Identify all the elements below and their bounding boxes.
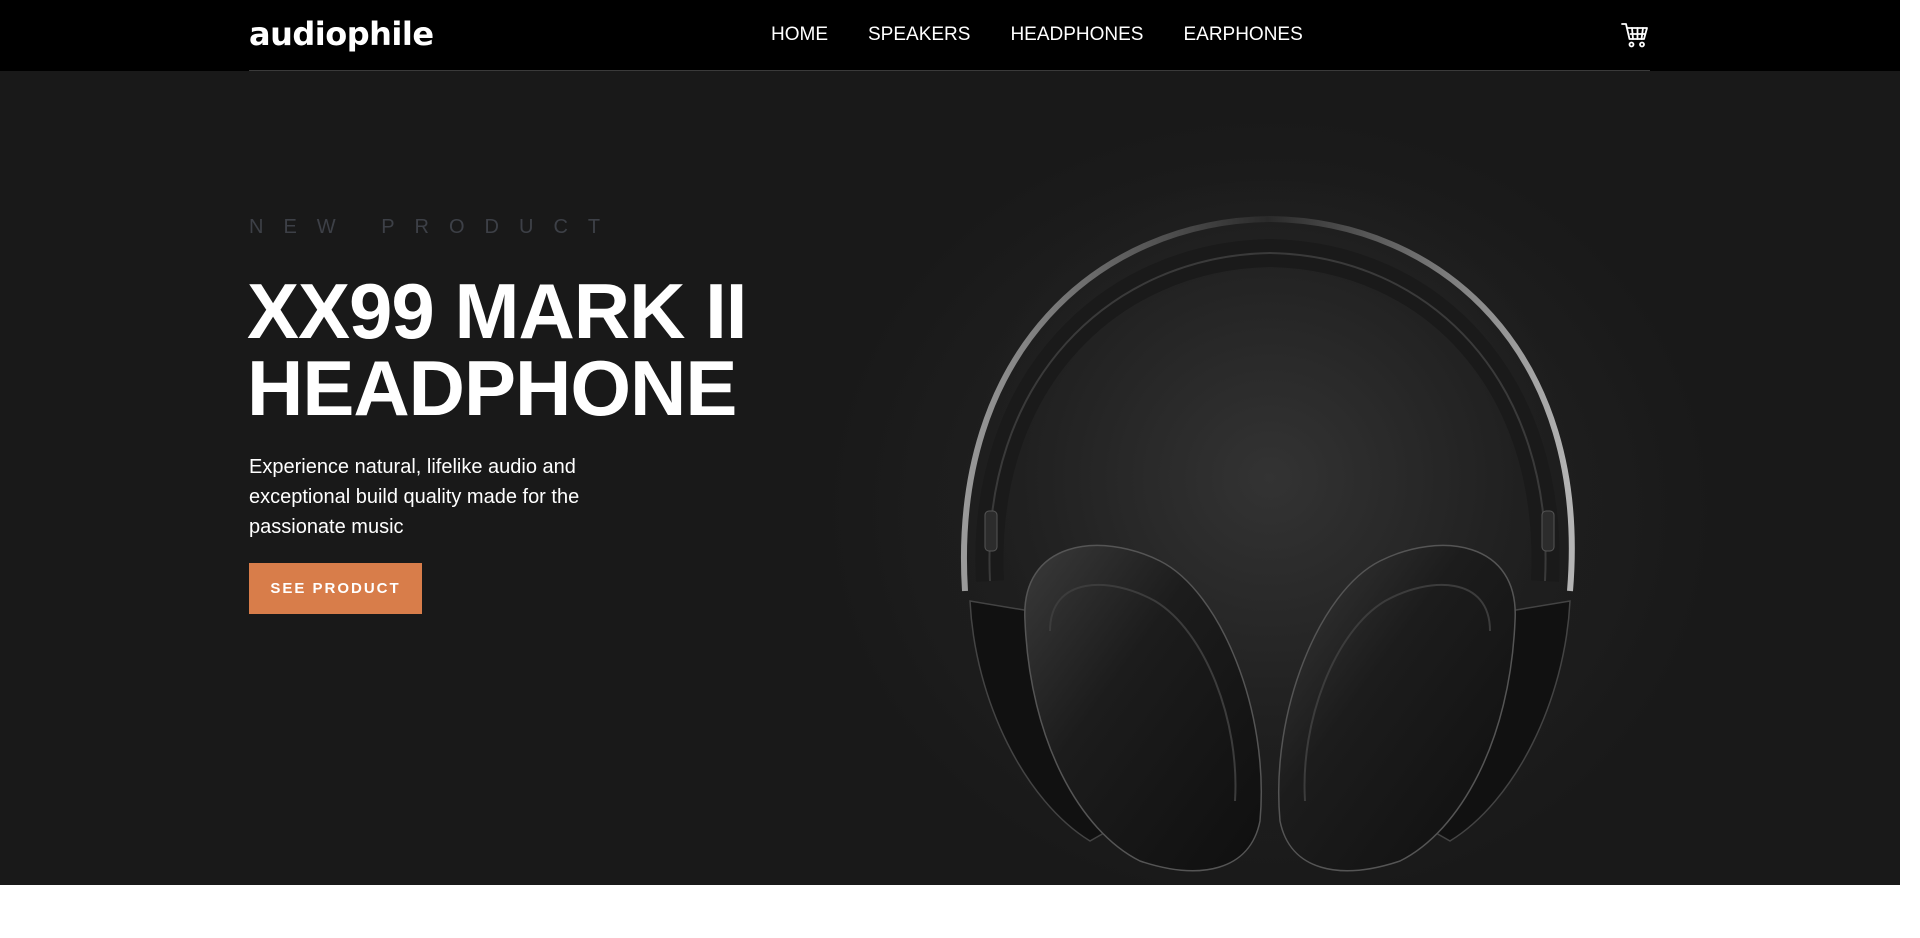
nav-home[interactable]: HOME bbox=[771, 24, 828, 46]
hero-section: NEW PRODUCT XX99 MARK II HEADPHONE Exper… bbox=[0, 71, 1900, 885]
hero-description: Experience natural, lifelike audio and e… bbox=[249, 456, 580, 538]
cart-icon[interactable] bbox=[1620, 20, 1650, 50]
main-nav: HOME SPEAKERS HEADPHONES EARPHONES bbox=[771, 24, 1343, 46]
nav-headphones[interactable]: HEADPHONES bbox=[1010, 24, 1143, 46]
see-product-button[interactable]: SEE PRODUCT bbox=[249, 563, 422, 614]
nav-earphones[interactable]: EARPHONES bbox=[1183, 24, 1302, 46]
headphones-image bbox=[930, 181, 1610, 881]
hero-title-line2: HEADPHONE bbox=[247, 344, 737, 432]
hero-title-line1: XX99 MARK II bbox=[247, 267, 747, 355]
hero-overline: NEW PRODUCT bbox=[249, 216, 621, 238]
page: audiophile HOME SPEAKERS HEADPHONES EARP… bbox=[0, 0, 1900, 938]
header-inner: audiophile HOME SPEAKERS HEADPHONES EARP… bbox=[249, 0, 1650, 71]
hero-title: XX99 MARK II HEADPHONE bbox=[247, 267, 807, 432]
nav-speakers[interactable]: SPEAKERS bbox=[868, 24, 970, 46]
brand-logo[interactable]: audiophile bbox=[249, 14, 434, 54]
site-header: audiophile HOME SPEAKERS HEADPHONES EARP… bbox=[0, 0, 1900, 71]
